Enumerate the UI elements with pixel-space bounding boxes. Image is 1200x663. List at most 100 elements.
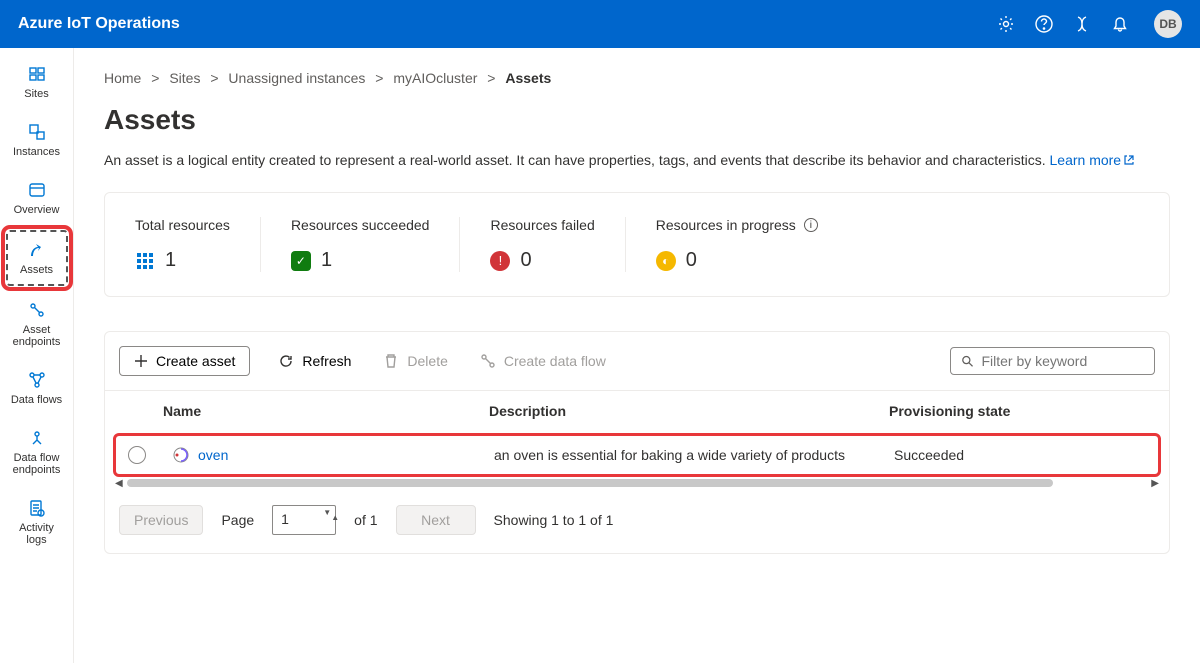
app-title: Azure IoT Operations — [18, 15, 996, 33]
page-stepper[interactable]: ▲▼ — [323, 508, 331, 517]
sidebar-item-label: Data flows — [11, 394, 62, 406]
breadcrumb-item[interactable]: Home — [104, 70, 141, 86]
stat-value: 1 — [165, 249, 176, 272]
sites-icon — [27, 64, 47, 84]
scroll-thumb[interactable] — [127, 479, 1054, 487]
assets-table-card: Create asset Refresh Delete Create data … — [104, 331, 1170, 554]
breadcrumb-item[interactable]: Sites — [169, 70, 200, 86]
asset-icon — [172, 446, 190, 464]
failed-icon: ! — [490, 251, 510, 271]
stat-label: Resources succeeded — [291, 217, 430, 233]
previous-button: Previous — [119, 505, 203, 535]
breadcrumb-separator: > — [210, 70, 218, 86]
sidebar-item-data-flows[interactable]: Data flows — [6, 362, 68, 414]
info-icon[interactable]: i — [804, 218, 818, 232]
notifications-icon[interactable] — [1110, 14, 1130, 34]
scroll-right-icon[interactable]: ▶ — [1151, 478, 1159, 489]
instances-icon — [27, 122, 47, 142]
sidebar-item-sites[interactable]: Sites — [6, 56, 68, 108]
stat-label: Total resources — [135, 217, 230, 233]
copilot-icon[interactable] — [1072, 14, 1092, 34]
sidebar-item-label: Data flow endpoints — [8, 452, 66, 476]
success-icon: ✓ — [291, 251, 311, 271]
scroll-left-icon[interactable]: ◀ — [115, 478, 123, 489]
data-flow-endpoints-icon — [27, 428, 47, 448]
stats-card: Total resources 1 Resources succeeded ✓ … — [104, 192, 1170, 297]
breadcrumb-item[interactable]: myAIOcluster — [393, 70, 477, 86]
next-button: Next — [396, 505, 476, 535]
create-data-flow-button: Create data flow — [476, 347, 610, 375]
table-row-highlight: oven an oven is essential for baking a w… — [113, 433, 1161, 477]
stat-value: 1 — [321, 249, 332, 272]
of-label: of 1 — [354, 512, 377, 528]
stat-value: 0 — [520, 249, 531, 272]
delete-button: Delete — [379, 347, 451, 375]
asset-name-link[interactable]: oven — [198, 447, 228, 463]
sidebar-item-overview[interactable]: Overview — [6, 172, 68, 224]
col-state[interactable]: Provisioning state — [889, 403, 1155, 419]
sidebar-item-label: Overview — [14, 204, 60, 216]
search-icon — [961, 354, 973, 368]
stat-label: Resources in progress i — [656, 217, 818, 233]
create-asset-button[interactable]: Create asset — [119, 346, 250, 376]
sidebar-item-label: Sites — [24, 88, 48, 100]
horizontal-scrollbar[interactable]: ◀ ▶ — [105, 481, 1169, 491]
external-link-icon — [1123, 154, 1135, 166]
learn-more-link[interactable]: Learn more — [1050, 152, 1136, 168]
table-header: Name Description Provisioning state — [105, 390, 1169, 431]
pagination: Previous Page 1 ▲▼ of 1 Next Showing 1 t… — [105, 491, 1169, 553]
settings-icon[interactable] — [996, 14, 1016, 34]
sidebar-item-label: Activity logs — [8, 522, 66, 546]
sidebar-item-label: Assets — [20, 264, 53, 276]
filter-input-wrap[interactable] — [950, 347, 1155, 375]
help-icon[interactable] — [1034, 14, 1054, 34]
sidebar-item-instances[interactable]: Instances — [6, 114, 68, 166]
sidebar-item-assets[interactable]: Assets — [6, 230, 68, 286]
stat-total: Total resources 1 — [105, 217, 261, 272]
breadcrumb-current: Assets — [505, 70, 551, 86]
sidebar-item-data-flow-endpoints[interactable]: Data flow endpoints — [6, 420, 68, 484]
total-icon — [135, 251, 155, 271]
sidebar-item-label: Asset endpoints — [8, 324, 66, 348]
header-actions: DB — [996, 10, 1182, 38]
sidebar-item-asset-endpoints[interactable]: Asset endpoints — [6, 292, 68, 356]
asset-endpoints-icon — [27, 300, 47, 320]
plus-icon — [134, 354, 148, 368]
trash-icon — [383, 353, 399, 369]
inprogress-icon: ◐ — [656, 251, 676, 271]
table-row[interactable]: oven an oven is essential for baking a w… — [116, 436, 1158, 474]
dataflow-icon — [480, 353, 496, 369]
stat-succeeded: Resources succeeded ✓ 1 — [261, 217, 461, 272]
breadcrumb-separator: > — [487, 70, 495, 86]
main-content: Home > Sites > Unassigned instances > my… — [74, 48, 1200, 663]
stat-inprogress: Resources in progress i ◐ 0 — [626, 217, 848, 272]
toolbar: Create asset Refresh Delete Create data … — [105, 332, 1169, 390]
app-header: Azure IoT Operations DB — [0, 0, 1200, 48]
breadcrumb-item[interactable]: Unassigned instances — [228, 70, 365, 86]
refresh-button[interactable]: Refresh — [274, 347, 355, 375]
user-avatar[interactable]: DB — [1154, 10, 1182, 38]
showing-label: Showing 1 to 1 of 1 — [494, 512, 614, 528]
overview-icon — [27, 180, 47, 200]
assets-icon — [27, 240, 47, 260]
page-title: Assets — [104, 104, 1170, 136]
row-description: an oven is essential for baking a wide v… — [494, 447, 894, 463]
sidebar: Sites Instances Overview Assets Asset en… — [0, 48, 74, 663]
refresh-icon — [278, 353, 294, 369]
row-state: Succeeded — [894, 447, 1150, 463]
col-description[interactable]: Description — [489, 403, 889, 419]
breadcrumb-separator: > — [151, 70, 159, 86]
filter-input[interactable] — [981, 353, 1144, 369]
data-flows-icon — [27, 370, 47, 390]
sidebar-item-activity-logs[interactable]: Activity logs — [6, 490, 68, 554]
page-label: Page — [221, 512, 254, 528]
row-select-radio[interactable] — [128, 446, 146, 464]
sidebar-item-label: Instances — [13, 146, 60, 158]
page-number-input[interactable]: 1 ▲▼ — [272, 505, 336, 535]
page-description: An asset is a logical entity created to … — [104, 152, 1170, 168]
stat-label: Resources failed — [490, 217, 594, 233]
stat-value: 0 — [686, 249, 697, 272]
stat-failed: Resources failed ! 0 — [460, 217, 625, 272]
col-name[interactable]: Name — [159, 403, 489, 419]
activity-logs-icon — [27, 498, 47, 518]
